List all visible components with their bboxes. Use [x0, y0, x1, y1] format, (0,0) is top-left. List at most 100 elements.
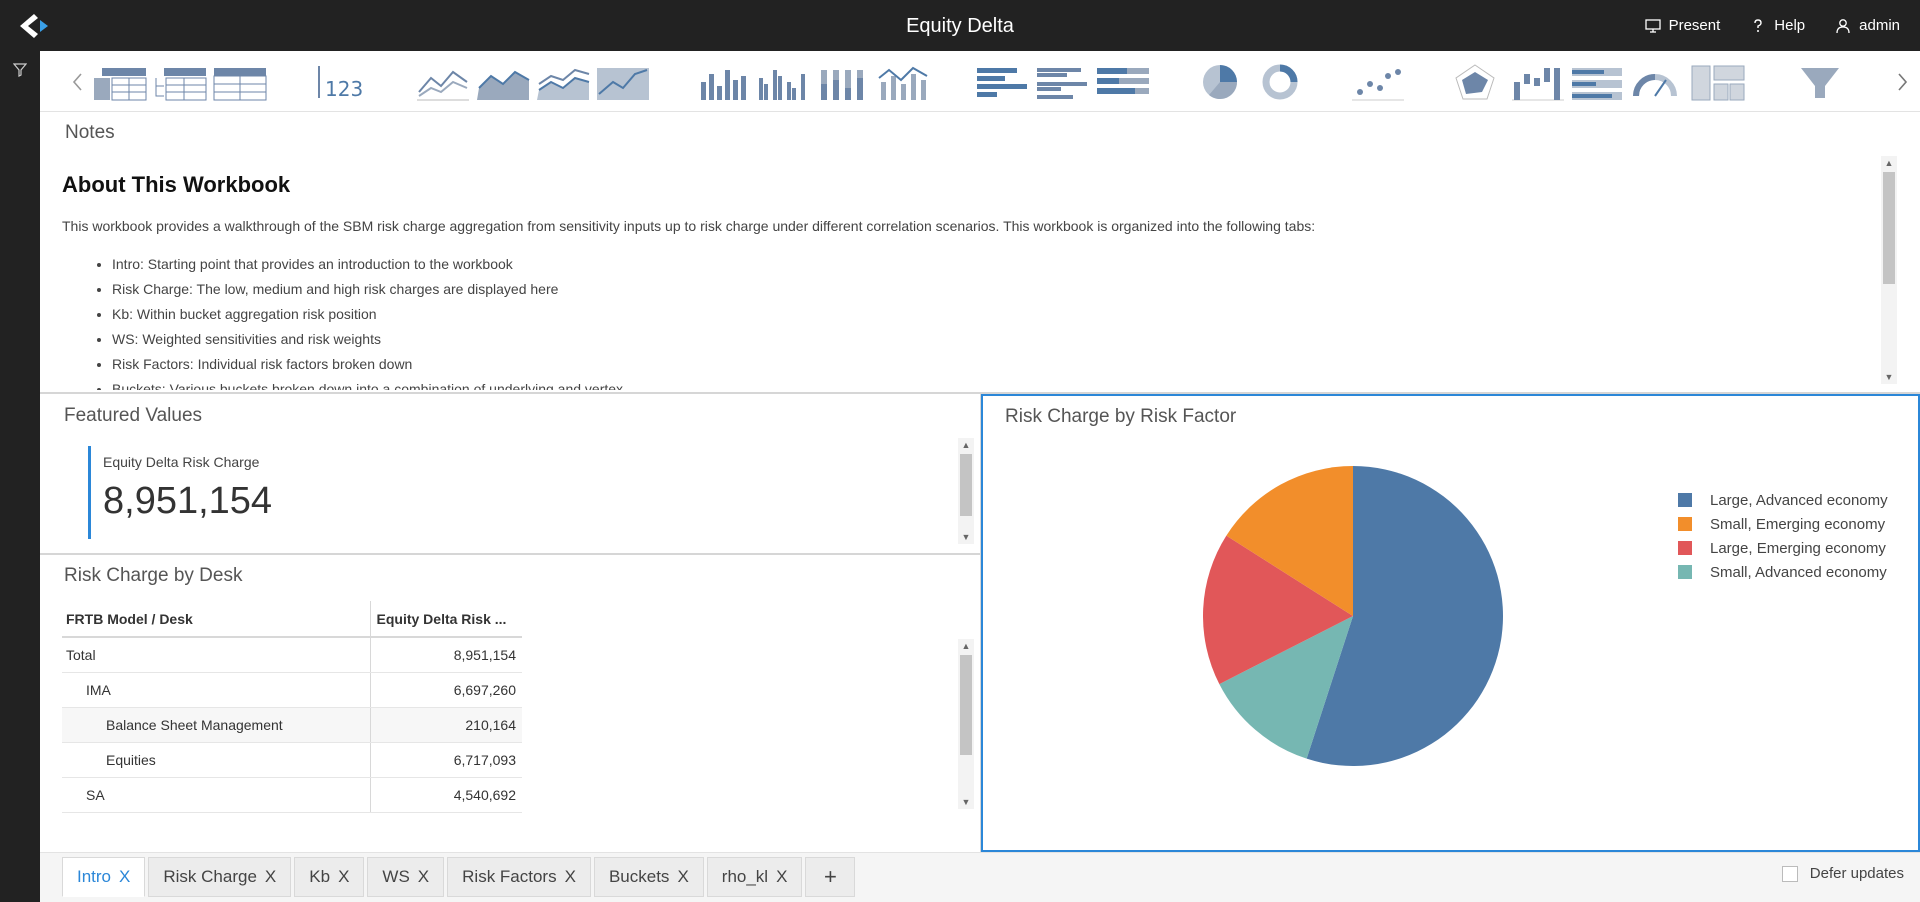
chart-title: Risk Charge by Risk Factor [1005, 406, 1237, 427]
defer-updates-toggle[interactable]: Defer updates [1781, 865, 1904, 882]
table-row[interactable]: Total 8,951,154 [62, 637, 522, 673]
tab-intro[interactable]: Intro X [62, 857, 146, 897]
present-button[interactable]: Present [1644, 17, 1721, 34]
risk-factor-chart-panel[interactable]: Risk Charge by Risk Factor Large, Advanc… [981, 394, 1920, 852]
bullet-chart-icon[interactable] [1570, 62, 1626, 102]
defer-updates-checkbox[interactable] [1781, 865, 1798, 882]
user-icon [1836, 18, 1850, 33]
scroll-down-icon[interactable]: ▼ [1884, 372, 1894, 382]
pie-chart[interactable] [1203, 466, 1503, 766]
kpi-card[interactable]: Equity Delta Risk Charge 8,951,154 [88, 446, 388, 539]
scroll-up-icon[interactable]: ▲ [961, 641, 971, 651]
desk-table: FRTB Model / Desk Equity Delta Risk ... … [62, 601, 522, 813]
kpi-value: 8,951,154 [103, 480, 273, 522]
tab-label: Buckets [608, 867, 670, 886]
table-row[interactable]: Balance Sheet Management 210,164 [62, 707, 522, 743]
chart-legend: Large, Advanced economy Small, Emerging e… [1678, 488, 1888, 584]
kpi-icon[interactable]: 123 [315, 62, 365, 102]
clustered-column-icon[interactable] [755, 62, 811, 102]
waterfall-chart-icon[interactable] [1510, 62, 1566, 102]
close-tab-icon[interactable]: X [265, 867, 276, 887]
tree-table-icon[interactable] [152, 62, 208, 102]
filter-icon[interactable] [13, 63, 27, 77]
desk-scrollbar[interactable]: ▲ ▼ [958, 639, 974, 809]
tab-kb[interactable]: Kb X [294, 857, 365, 897]
desk-table-panel: Risk Charge by Desk FRTB Model / Desk Eq… [40, 555, 981, 852]
help-button[interactable]: Help [1750, 17, 1805, 34]
close-tab-icon[interactable]: X [677, 867, 688, 887]
present-label: Present [1668, 17, 1721, 34]
tab-risk-charge[interactable]: Risk Charge X [148, 857, 292, 897]
toolbar-scroll-right-icon[interactable] [1892, 71, 1912, 93]
table-row[interactable]: Equities 6,717,093 [62, 742, 522, 778]
layout-icon[interactable] [1690, 62, 1746, 102]
featured-scrollbar[interactable]: ▲ ▼ [958, 438, 974, 544]
tab-label: Risk Factors [462, 867, 557, 886]
line-chart-icon[interactable] [415, 62, 471, 102]
notes-scrollbar[interactable]: ▲ ▼ [1881, 156, 1897, 384]
scroll-up-icon[interactable]: ▲ [961, 440, 971, 450]
list-item: Risk Charge: The low, medium and high ri… [112, 279, 1912, 304]
donut-chart-icon[interactable] [1255, 62, 1305, 102]
pie-chart-icon[interactable] [1195, 62, 1245, 102]
header-actions: Present Help admin [1644, 0, 1900, 51]
scroll-down-icon[interactable]: ▼ [961, 532, 971, 542]
tab-risk-factors[interactable]: Risk Factors X [447, 857, 591, 897]
close-tab-icon[interactable]: X [119, 867, 130, 887]
legend-item[interactable]: Small, Advanced economy [1678, 560, 1888, 584]
pivot-table-icon[interactable] [92, 62, 148, 102]
gauge-icon[interactable] [1630, 62, 1680, 102]
table-header-row: FRTB Model / Desk Equity Delta Risk ... [62, 601, 522, 638]
scatter-chart-icon[interactable] [1350, 62, 1406, 102]
row-value: 6,697,260 [369, 672, 522, 708]
row-value: 4,540,692 [369, 777, 522, 813]
column-header[interactable]: Equity Delta Risk ... [369, 601, 522, 638]
featured-title: Featured Values [64, 405, 203, 426]
close-tab-icon[interactable]: X [338, 867, 349, 887]
stacked-bar-icon[interactable] [1095, 62, 1151, 102]
combo-chart-icon[interactable] [875, 62, 931, 102]
scroll-down-icon[interactable]: ▼ [961, 797, 971, 807]
table-row[interactable]: IMA 6,697,260 [62, 672, 522, 708]
close-tab-icon[interactable]: X [418, 867, 429, 887]
column-header[interactable]: FRTB Model / Desk [62, 601, 370, 638]
user-menu-button[interactable]: admin [1835, 17, 1900, 34]
help-label: Help [1774, 17, 1806, 34]
toolbar-scroll-left-icon[interactable] [68, 71, 88, 93]
sheet-tab-bar: Intro X Risk Charge X Kb X WS X Risk Factors X Buc… [40, 852, 1920, 902]
bar-chart-icon[interactable] [975, 62, 1031, 102]
scroll-up-icon[interactable]: ▲ [1884, 158, 1894, 168]
tab-label: Risk Charge [163, 867, 257, 886]
area-chart-icon[interactable] [475, 62, 531, 102]
defer-updates-label: Defer updates [1809, 865, 1904, 882]
stacked-column-icon[interactable] [815, 62, 871, 102]
radar-chart-icon[interactable] [1450, 62, 1500, 102]
tab-label: rho_kl [721, 867, 769, 886]
close-tab-icon[interactable]: X [565, 867, 576, 887]
tab-rho-kl[interactable]: rho_kl X [706, 857, 803, 897]
scrollbar-thumb[interactable] [1883, 172, 1895, 284]
tab-label: Intro [77, 867, 112, 886]
tab-buckets[interactable]: Buckets X [593, 857, 704, 897]
legend-item[interactable]: Large, Emerging economy [1678, 536, 1888, 560]
notes-intro: This workbook provides a walkthrough of … [62, 218, 1316, 234]
stacked-area-icon[interactable] [535, 62, 591, 102]
funnel-icon[interactable] [1795, 62, 1845, 102]
scrollbar-thumb[interactable] [960, 454, 972, 516]
table-row[interactable]: SA 4,540,692 [62, 777, 522, 813]
legend-item[interactable]: Large, Advanced economy [1678, 488, 1888, 512]
clustered-bar-icon[interactable] [1035, 62, 1091, 102]
area-fill-icon[interactable] [595, 62, 651, 102]
legend-item[interactable]: Small, Emerging economy [1678, 512, 1888, 536]
notes-list: Intro: Starting point that provides an i… [112, 254, 1912, 390]
column-chart-icon[interactable] [695, 62, 751, 102]
legend-swatch [1678, 565, 1692, 579]
row-label: SA [62, 777, 370, 813]
tab-label: WS [382, 867, 410, 886]
add-tab-button[interactable]: + [805, 857, 856, 897]
tab-ws[interactable]: WS X [367, 857, 445, 897]
scrollbar-thumb[interactable] [960, 655, 972, 755]
close-tab-icon[interactable]: X [776, 867, 787, 887]
kpi-label: Equity Delta Risk Charge [103, 454, 260, 470]
table-icon[interactable] [212, 62, 268, 102]
